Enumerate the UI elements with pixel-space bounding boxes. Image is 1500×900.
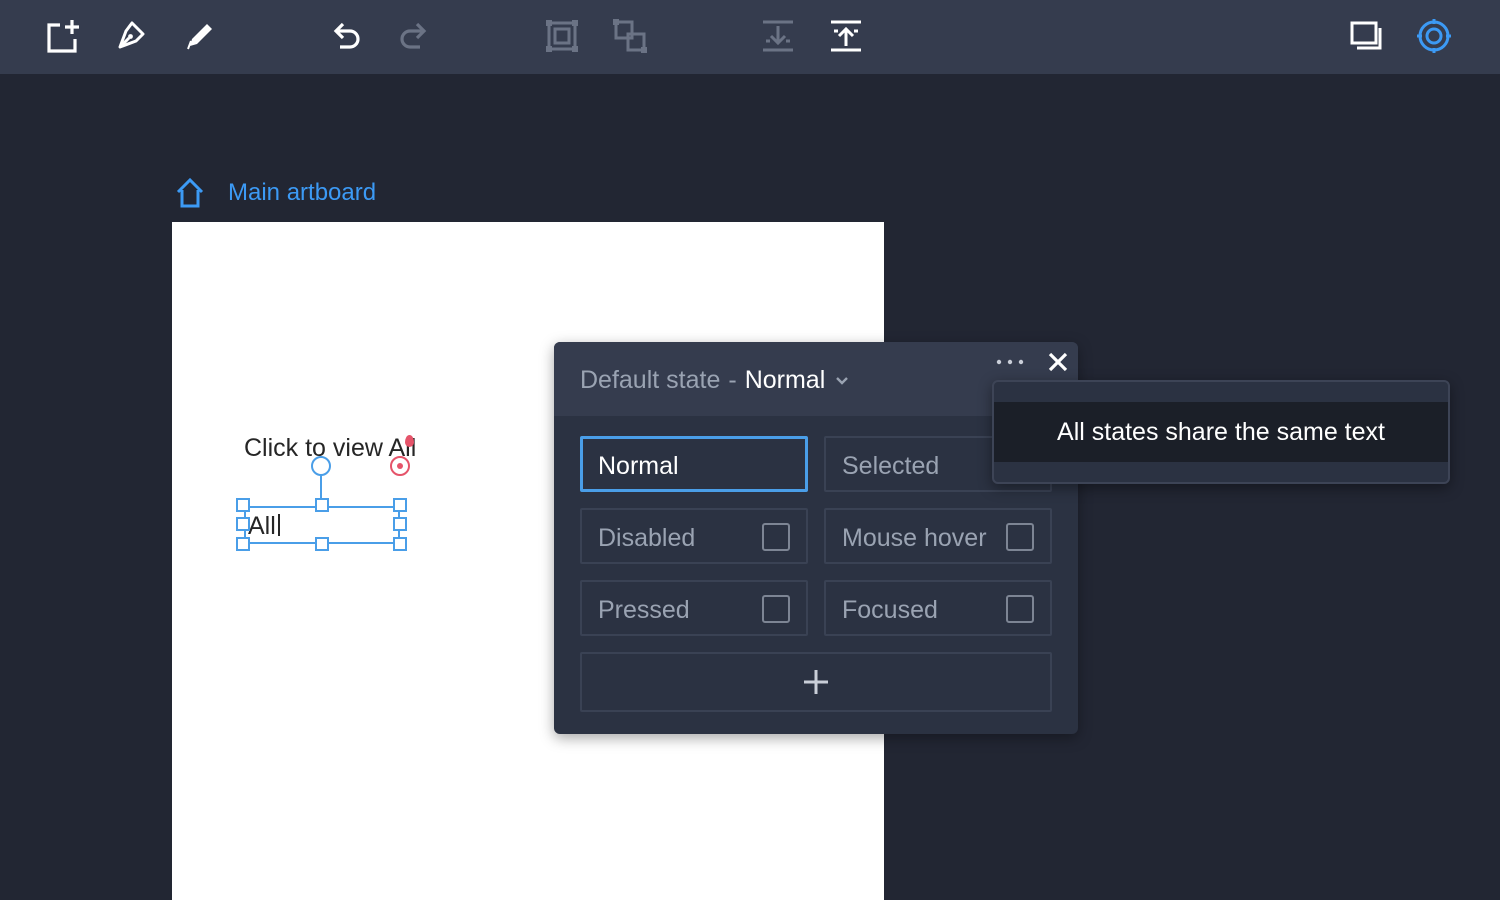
- state-selector-label: Default state: [580, 366, 721, 394]
- state-label: Disabled: [598, 524, 696, 552]
- group-button[interactable]: [542, 16, 582, 56]
- state-label: Mouse hover: [842, 524, 987, 552]
- state-tile-mouse-hover[interactable]: Mouse hover: [824, 508, 1052, 564]
- state-tile-normal[interactable]: Normal: [580, 436, 808, 492]
- preview-window-button[interactable]: [1346, 16, 1386, 56]
- resize-handle-e[interactable]: [393, 517, 407, 531]
- new-artboard-button[interactable]: [42, 16, 82, 56]
- options-menu: All states share the same text: [992, 380, 1450, 484]
- breadcrumb: Main artboard: [172, 176, 376, 210]
- undo-icon: [333, 22, 360, 49]
- state-label: Pressed: [598, 596, 690, 624]
- resize-handle-s[interactable]: [315, 537, 329, 551]
- add-state-button[interactable]: [580, 652, 1052, 712]
- state-tile-pressed[interactable]: Pressed: [580, 580, 808, 636]
- resize-handle-sw[interactable]: [236, 537, 250, 551]
- group-icon: [546, 20, 578, 52]
- pencil-tool-button[interactable]: [180, 16, 220, 56]
- states-target-icon: [1417, 19, 1451, 53]
- resize-handle-ne[interactable]: [393, 498, 407, 512]
- send-backward-button[interactable]: [758, 16, 798, 56]
- close-icon: [1048, 352, 1068, 372]
- redo-button[interactable]: [394, 16, 434, 56]
- resize-handle-w[interactable]: [236, 517, 250, 531]
- state-checkbox-pressed[interactable]: [762, 595, 790, 623]
- state-selector-separator: -: [728, 366, 737, 394]
- home-button[interactable]: [172, 176, 208, 210]
- send-backward-icon: [763, 20, 793, 52]
- state-checkbox-disabled[interactable]: [762, 523, 790, 551]
- resize-handle-nw[interactable]: [236, 498, 250, 512]
- redo-icon: [400, 22, 427, 49]
- state-tile-disabled[interactable]: Disabled: [580, 508, 808, 564]
- pencil-icon: [187, 24, 212, 50]
- preview-window-icon: [1350, 21, 1382, 50]
- chevron-down-icon: [835, 376, 849, 386]
- plus-icon: [804, 670, 828, 694]
- undo-button[interactable]: [326, 16, 366, 56]
- ungroup-icon: [613, 19, 647, 53]
- resize-handle-se[interactable]: [393, 537, 407, 551]
- pen-icon: [118, 21, 145, 49]
- rotation-handle[interactable]: [311, 456, 331, 476]
- more-options-button[interactable]: [992, 348, 1028, 376]
- bring-forward-icon: [831, 20, 861, 52]
- state-label: Focused: [842, 596, 938, 624]
- more-dots-icon: [996, 359, 1024, 365]
- states-button[interactable]: [1414, 16, 1454, 56]
- state-label: Selected: [842, 452, 940, 480]
- text-element[interactable]: Click to view All: [244, 434, 416, 463]
- state-label: Normal: [598, 452, 679, 480]
- ungroup-button[interactable]: [610, 16, 650, 56]
- resize-handle-n[interactable]: [315, 498, 329, 512]
- state-tile-focused[interactable]: Focused: [824, 580, 1052, 636]
- state-selector[interactable]: Default state - Normal: [580, 366, 849, 395]
- pen-tool-button[interactable]: [110, 16, 150, 56]
- state-selector-value: Normal: [744, 366, 826, 394]
- breadcrumb-artboard-link[interactable]: Main artboard: [228, 179, 376, 207]
- home-icon: [176, 177, 204, 208]
- close-panel-button[interactable]: [1042, 348, 1074, 376]
- top-toolbar: [0, 0, 1500, 74]
- state-checkbox-mouse-hover[interactable]: [1006, 523, 1034, 551]
- bring-forward-button[interactable]: [826, 16, 866, 56]
- pin-marker-icon: [405, 435, 414, 447]
- state-checkbox-focused[interactable]: [1006, 595, 1034, 623]
- menu-item-share-text[interactable]: All states share the same text: [994, 402, 1448, 462]
- anchor-pin-handle[interactable]: [390, 456, 410, 476]
- new-artboard-icon: [47, 20, 79, 53]
